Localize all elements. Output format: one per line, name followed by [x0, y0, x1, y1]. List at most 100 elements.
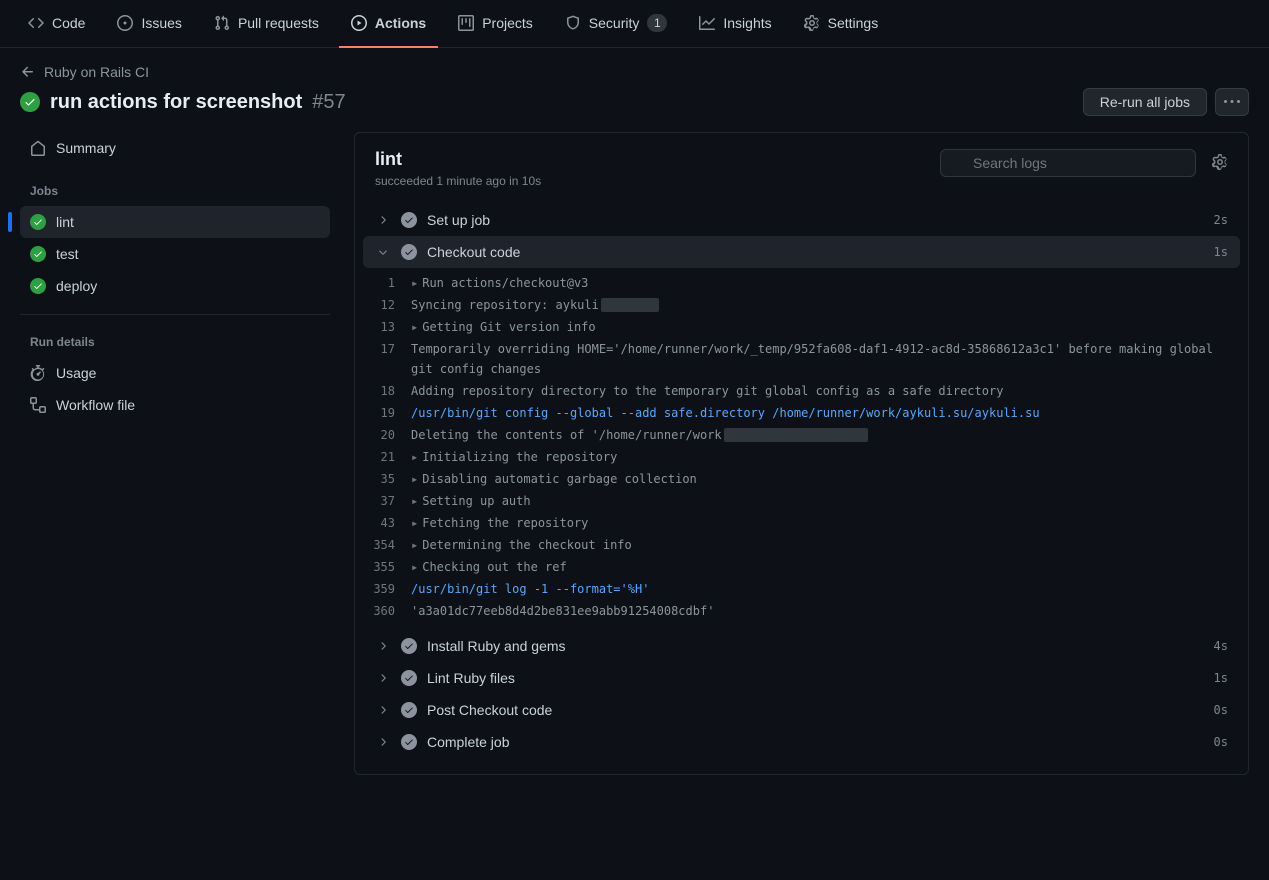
sidebar-summary-label: Summary: [56, 140, 116, 156]
nav-code-label: Code: [52, 15, 85, 31]
log-line[interactable]: 20Deleting the contents of '/home/runner…: [363, 424, 1240, 446]
log-line[interactable]: 17Temporarily overriding HOME='/home/run…: [363, 338, 1240, 380]
sidebar-workflow-label: Workflow file: [56, 397, 135, 413]
sidebar-workflow[interactable]: Workflow file: [20, 389, 330, 421]
sidebar-usage[interactable]: Usage: [20, 357, 330, 389]
run-number: #57: [312, 91, 345, 114]
log-line[interactable]: 13▸Getting Git version info: [363, 316, 1240, 338]
log-text: ▸Fetching the repository: [411, 513, 1240, 533]
sidebar: Summary Jobs linttestdeploy Run details …: [20, 132, 330, 775]
success-icon: [20, 92, 40, 112]
step-row[interactable]: Checkout code 1s: [363, 236, 1240, 268]
line-number: 360: [363, 601, 411, 621]
triangle-right-icon: ▸: [411, 557, 418, 577]
nav-actions[interactable]: Actions: [339, 0, 438, 48]
log-text: ▸Setting up auth: [411, 491, 1240, 511]
log-settings-button[interactable]: [1212, 154, 1228, 173]
triangle-right-icon: ▸: [411, 513, 418, 533]
step-time: 4s: [1214, 639, 1228, 653]
success-icon: [401, 638, 417, 654]
log-line[interactable]: 18Adding repository directory to the tem…: [363, 380, 1240, 402]
nav-actions-label: Actions: [375, 15, 426, 31]
back-link[interactable]: Ruby on Rails CI: [20, 64, 1249, 80]
job-name: lint: [375, 149, 541, 170]
log-line[interactable]: 35▸Disabling automatic garbage collectio…: [363, 468, 1240, 490]
step-row[interactable]: Lint Ruby files 1s: [363, 662, 1240, 694]
log-line[interactable]: 1▸Run actions/checkout@v3: [363, 272, 1240, 294]
nav-projects[interactable]: Projects: [446, 0, 545, 48]
success-icon: [401, 244, 417, 260]
repo-nav: Code Issues Pull requests Actions Projec…: [0, 0, 1269, 48]
log-line[interactable]: 37▸Setting up auth: [363, 490, 1240, 512]
success-icon: [401, 212, 417, 228]
log-text: Temporarily overriding HOME='/home/runne…: [411, 339, 1240, 379]
step-time: 2s: [1214, 213, 1228, 227]
workflow-icon: [30, 397, 46, 413]
step-name: Complete job: [427, 734, 1204, 750]
step-name: Set up job: [427, 212, 1204, 228]
step-row[interactable]: Install Ruby and gems4s: [363, 630, 1240, 662]
job-label: test: [56, 246, 79, 262]
chevron-right-icon: [375, 212, 391, 228]
nav-insights[interactable]: Insights: [687, 0, 783, 48]
success-icon: [30, 246, 46, 262]
line-number: 20: [363, 425, 411, 445]
sidebar-usage-label: Usage: [56, 365, 96, 381]
log-line[interactable]: 359/usr/bin/git log -1 --format='%H': [363, 578, 1240, 600]
workflow-title: run actions for screenshot: [50, 91, 302, 114]
nav-settings[interactable]: Settings: [792, 0, 891, 48]
jobs-heading: Jobs: [20, 176, 330, 206]
log-line[interactable]: 355▸Checking out the ref: [363, 556, 1240, 578]
step-name: Lint Ruby files: [427, 670, 1204, 686]
sidebar-job-deploy[interactable]: deploy: [20, 270, 330, 302]
triangle-right-icon: ▸: [411, 535, 418, 555]
log-line[interactable]: 19/usr/bin/git config --global --add saf…: [363, 402, 1240, 424]
step-row[interactable]: Post Checkout code0s: [363, 694, 1240, 726]
log-text: Syncing repository: aykulixxxxxxxx: [411, 295, 1240, 315]
chevron-right-icon: [375, 702, 391, 718]
nav-security[interactable]: Security 1: [553, 0, 680, 48]
nav-security-label: Security: [589, 15, 640, 31]
log-line[interactable]: 21▸Initializing the repository: [363, 446, 1240, 468]
log-text: /usr/bin/git config --global --add safe.…: [411, 403, 1240, 423]
step-row[interactable]: Set up job 2s: [363, 204, 1240, 236]
line-number: 43: [363, 513, 411, 533]
line-number: 18: [363, 381, 411, 401]
triangle-right-icon: ▸: [411, 273, 418, 293]
rerun-button[interactable]: Re-run all jobs: [1083, 88, 1207, 116]
run-details-heading: Run details: [20, 327, 330, 357]
log-line[interactable]: 354▸Determining the checkout info: [363, 534, 1240, 556]
sidebar-job-lint[interactable]: lint: [20, 206, 330, 238]
step-time: 1s: [1214, 245, 1228, 259]
triangle-right-icon: ▸: [411, 317, 418, 337]
line-number: 17: [363, 339, 411, 379]
log-line[interactable]: 43▸Fetching the repository: [363, 512, 1240, 534]
success-icon: [401, 702, 417, 718]
nav-issues[interactable]: Issues: [105, 0, 193, 48]
back-label: Ruby on Rails CI: [44, 64, 149, 80]
sidebar-summary[interactable]: Summary: [20, 132, 330, 164]
chevron-down-icon: [375, 244, 391, 260]
nav-projects-label: Projects: [482, 15, 533, 31]
log-text: ▸Checking out the ref: [411, 557, 1240, 577]
nav-pulls[interactable]: Pull requests: [202, 0, 331, 48]
log-text: ▸Determining the checkout info: [411, 535, 1240, 555]
line-number: 1: [363, 273, 411, 293]
step-name: Checkout code: [427, 244, 1204, 260]
nav-issues-label: Issues: [141, 15, 181, 31]
step-time: 1s: [1214, 671, 1228, 685]
log-line[interactable]: 360'a3a01dc77eeb8d4d2be831ee9abb91254008…: [363, 600, 1240, 622]
more-options-button[interactable]: [1215, 88, 1249, 116]
security-counter: 1: [647, 14, 667, 32]
nav-code[interactable]: Code: [16, 0, 97, 48]
job-label: lint: [56, 214, 74, 230]
line-number: 359: [363, 579, 411, 599]
step-row[interactable]: Complete job0s: [363, 726, 1240, 758]
line-number: 13: [363, 317, 411, 337]
log-line[interactable]: 12Syncing repository: aykulixxxxxxxx: [363, 294, 1240, 316]
log-text: 'a3a01dc77eeb8d4d2be831ee9abb91254008cdb…: [411, 601, 1240, 621]
line-number: 354: [363, 535, 411, 555]
log-text: ▸Getting Git version info: [411, 317, 1240, 337]
sidebar-job-test[interactable]: test: [20, 238, 330, 270]
search-logs-input[interactable]: [940, 149, 1196, 177]
